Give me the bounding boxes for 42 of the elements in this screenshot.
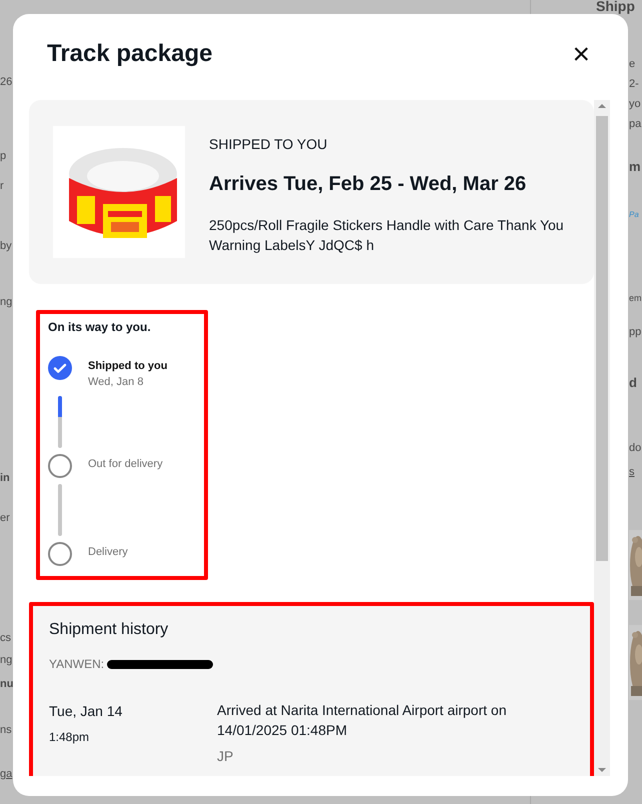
scrollbar[interactable] [594, 100, 610, 776]
text-fragment: d [629, 376, 637, 389]
carrier-label: YANWEN: [49, 656, 104, 674]
text-fragment: Pa [629, 209, 639, 221]
step-label: Shipped to you [88, 360, 168, 374]
event-time: 1:48pm [49, 729, 90, 746]
text-fragment: m [629, 160, 641, 173]
event-description: Arrived at Narita International Airport airport on 14/01/2025 01:48PM [217, 701, 508, 740]
text-fragment: ns [0, 724, 12, 737]
step-label: Out for delivery [88, 458, 163, 472]
step-date: Wed, Jan 8 [88, 374, 144, 390]
text-fragment: Shipp [596, 0, 635, 13]
text-fragment: r [0, 180, 4, 193]
text-fragment: p [0, 150, 6, 163]
text-fragment: pp [629, 326, 642, 339]
arrival-estimate: Arrives Tue, Feb 25 - Wed, Mar 26 [209, 172, 528, 197]
text-fragment: em [629, 292, 642, 305]
dialog-title: Track package [47, 39, 212, 69]
text-fragment: pa [629, 118, 642, 131]
text-fragment: 2- [629, 78, 639, 91]
text-fragment: by [0, 240, 12, 253]
event-location: JP [217, 747, 234, 766]
text-fragment: ga [0, 768, 12, 781]
text-fragment: s [629, 466, 634, 479]
text-fragment: er [0, 512, 10, 525]
text-fragment: nu [0, 678, 14, 691]
text-fragment: ng [0, 296, 12, 309]
status-label: SHIPPED TO YOU [209, 135, 328, 154]
text-fragment: 26 [0, 76, 12, 89]
tracker-heading: On its way to you. [48, 320, 152, 334]
text-fragment: in [0, 472, 10, 485]
text-fragment: e [629, 58, 636, 71]
text-fragment: do [629, 442, 642, 455]
close-button[interactable]: × [568, 40, 594, 70]
history-heading: Shipment history [49, 620, 170, 640]
text-fragment: cs [0, 632, 11, 645]
step-label: Delivery [88, 546, 128, 560]
text-fragment: yo [629, 98, 641, 111]
text-fragment: ng [0, 654, 12, 667]
event-date: Tue, Jan 14 [49, 702, 124, 722]
item-title: 250pcs/Roll Fragile Stickers Handle with Care Thank You Warning LabelsY JdQC$ h [209, 216, 565, 256]
progress-connector [58, 484, 62, 536]
